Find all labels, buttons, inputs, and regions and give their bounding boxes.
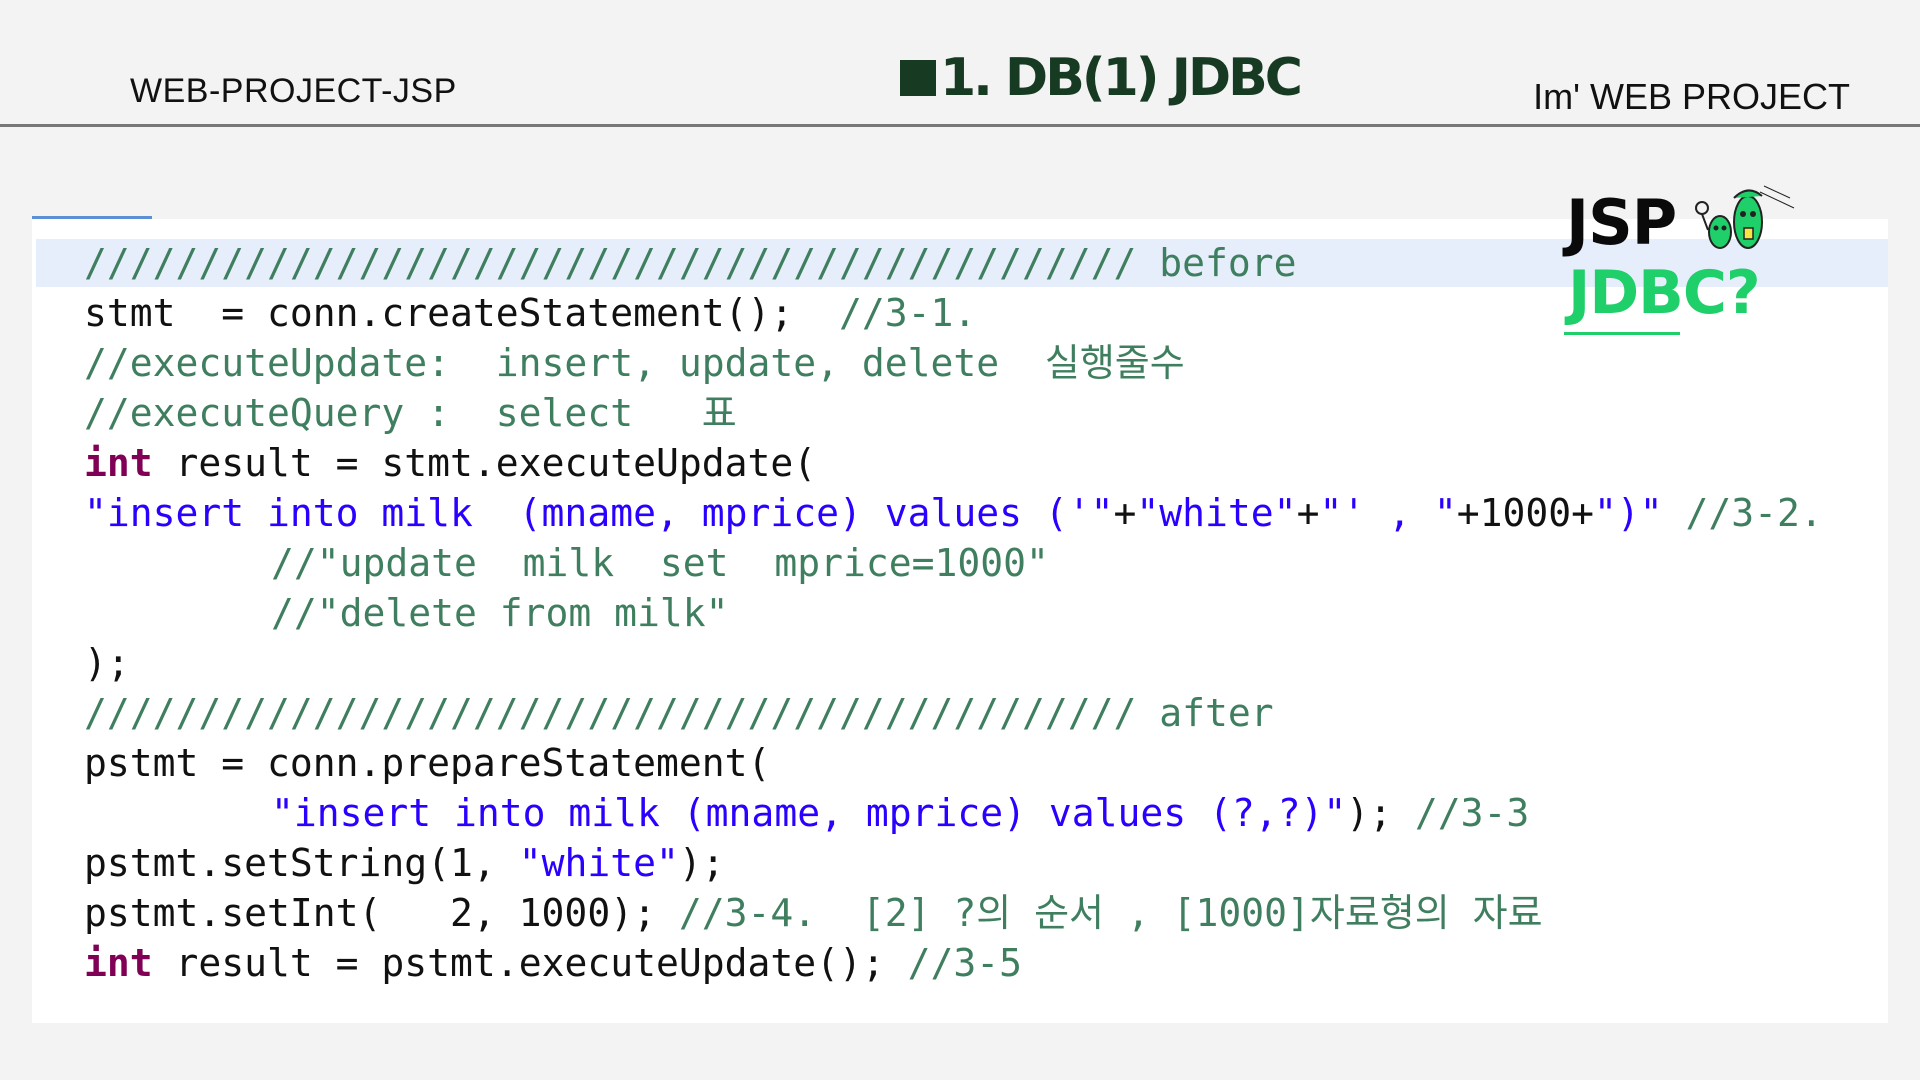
code-comment: //executeUpdate: insert, update, delete … — [84, 341, 1185, 385]
course-name: WEB-PROJECT-JSP — [130, 72, 457, 110]
code-string: "white" — [518, 841, 679, 885]
code-line-2: stmt = conn.createStatement(); //3-1. — [84, 288, 976, 338]
badge-underline — [1564, 332, 1680, 335]
project-name: Im' WEB PROJECT — [1533, 76, 1850, 117]
code-line-13: pstmt.setString(1, "white"); — [84, 838, 725, 888]
code-text: ); — [678, 841, 725, 885]
code-comment: //3-5 — [907, 941, 1023, 985]
code-text: pstmt.setInt( 2, 1000); — [84, 891, 679, 935]
code-line-12: "insert into milk (mname, mprice) values… — [84, 788, 1529, 838]
code-line-9: ); — [84, 638, 130, 688]
code-line-3: //executeUpdate: insert, update, delete … — [84, 338, 1185, 388]
code-line-10: ////////////////////////////////////////… — [84, 688, 1274, 738]
badge-jsp-text: JSP — [1566, 186, 1677, 259]
code-comment: //3-4. [2] ?의 순서 , [1000]자료형의 자료 — [678, 891, 1543, 935]
separator-comment: ////////////////////////////////////////… — [84, 241, 1297, 285]
code-string: "insert into milk (mname, mprice) values… — [271, 791, 1347, 835]
code-string: "' , " — [1319, 491, 1457, 535]
badge-jdbc-text: JDBC? — [1568, 258, 1761, 328]
code-text: result = stmt.executeUpdate( — [152, 441, 817, 485]
code-comment: //executeQuery : select 표 — [84, 391, 737, 435]
code-comment: //"update milk set mprice=1000" — [271, 541, 1049, 585]
code-comment: //3-3 — [1414, 791, 1530, 835]
code-line-7: //"update milk set mprice=1000" — [84, 538, 1049, 588]
code-line-4: //executeQuery : select 표 — [84, 388, 737, 438]
code-comment: //3-2. — [1685, 491, 1823, 535]
code-comment: //"delete from milk" — [271, 591, 729, 635]
code-line-6: "insert into milk (mname, mprice) values… — [84, 488, 1823, 538]
slide-title: 1. DB(1) JDBC — [900, 48, 1303, 108]
title-square-icon — [900, 60, 936, 96]
header-divider — [0, 124, 1920, 127]
code-text: +1000+ — [1456, 491, 1595, 535]
code-text: ); — [84, 641, 130, 685]
code-line-14: pstmt.setInt( 2, 1000); //3-4. [2] ?의 순서… — [84, 888, 1543, 938]
code-text: stmt = conn.createStatement(); — [84, 291, 839, 335]
code-line-5: int result = stmt.executeUpdate( — [84, 438, 816, 488]
code-text: + — [1113, 491, 1137, 535]
code-text: + — [1296, 491, 1320, 535]
code-keyword: int — [84, 941, 153, 985]
mascot-icon — [1695, 185, 1795, 249]
code-string: ")" — [1594, 491, 1663, 535]
slide-title-text: 1. DB(1) JDBC — [940, 48, 1303, 108]
code-text: pstmt.setString(1, — [84, 841, 519, 885]
code-string: "insert into milk (mname, mprice) values… — [84, 491, 1114, 535]
code-text: result = pstmt.executeUpdate(); — [152, 941, 908, 985]
code-line-15: int result = pstmt.executeUpdate(); //3-… — [84, 938, 1022, 988]
code-string: "white" — [1136, 491, 1297, 535]
code-line-11: pstmt = conn.prepareStatement( — [84, 738, 770, 788]
code-text: pstmt = conn.prepareStatement( — [84, 741, 771, 785]
separator-comment: ////////////////////////////////////////… — [84, 691, 1274, 735]
code-line-1: ////////////////////////////////////////… — [84, 238, 1297, 288]
code-line-8: //"delete from milk" — [84, 588, 729, 638]
code-comment: //3-1. — [838, 291, 977, 335]
jsp-jdbc-badge: JSP JDBC? — [1564, 170, 1796, 340]
code-keyword: int — [84, 441, 153, 485]
code-text: ); — [1346, 791, 1415, 835]
